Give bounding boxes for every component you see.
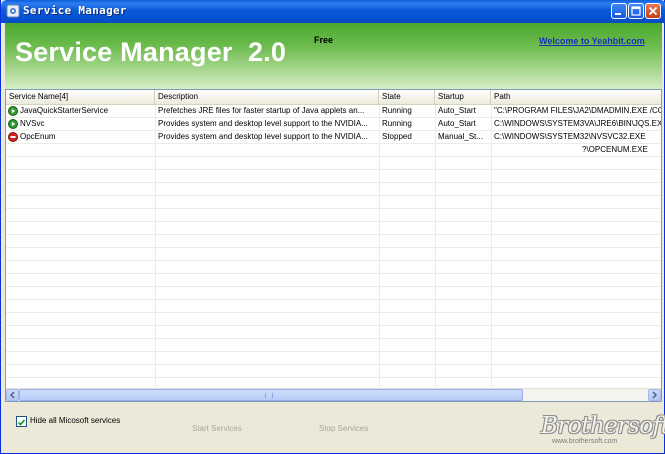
close-button[interactable] bbox=[645, 3, 661, 19]
service-name: NVSvc bbox=[20, 119, 45, 128]
free-badge: Free bbox=[314, 35, 334, 45]
running-status-icon bbox=[8, 106, 18, 116]
column-header-startup[interactable]: Startup bbox=[435, 90, 491, 105]
table-row[interactable]: NVSvc Provides system and desktop level … bbox=[6, 118, 661, 131]
brothersoft-watermark: Brothersoft bbox=[541, 413, 665, 439]
column-header-path[interactable]: Path bbox=[491, 90, 661, 105]
table-row[interactable]: OpcEnum Provides system and desktop leve… bbox=[6, 131, 661, 144]
running-status-icon bbox=[8, 119, 18, 129]
service-startup: Manual_St... bbox=[438, 132, 483, 141]
horizontal-scrollbar[interactable] bbox=[6, 388, 661, 401]
watermark-url: www.brothersoft.com bbox=[552, 438, 618, 445]
close-icon bbox=[648, 6, 658, 16]
stopped-status-icon bbox=[8, 132, 18, 142]
grip-icon bbox=[265, 393, 273, 398]
service-name: JavaQuickStarterService bbox=[20, 106, 109, 115]
minimize-icon bbox=[615, 13, 621, 15]
column-header-state[interactable]: State bbox=[379, 90, 435, 105]
list-header: Service Name[4] Description State Startu… bbox=[6, 90, 661, 105]
service-path: C:\WINDOWS\SYSTEM32\NVSVC32.EXE bbox=[494, 132, 646, 141]
service-name: OpcEnum bbox=[20, 132, 56, 141]
list-body: JavaQuickStarterService Prefetches JRE f… bbox=[6, 105, 661, 388]
table-row[interactable]: JavaQuickStarterService Prefetches JRE f… bbox=[6, 105, 661, 118]
service-state: Stopped bbox=[382, 132, 412, 141]
service-description: Provides system and desktop level suppor… bbox=[158, 132, 368, 141]
service-startup: Auto_Start bbox=[438, 106, 476, 115]
app-icon bbox=[6, 4, 20, 18]
table-row: ?\OPCENUM.EXE bbox=[6, 144, 661, 157]
service-path: C:\WINDOWS\SYSTEM3VA\JRE6\BIN\JQS.EXE" bbox=[494, 119, 661, 128]
service-description: Prefetches JRE files for faster startup … bbox=[158, 106, 365, 115]
service-startup: Auto_Start bbox=[438, 119, 476, 128]
service-state: Running bbox=[382, 106, 412, 115]
column-header-name[interactable]: Service Name[4] bbox=[6, 90, 155, 105]
service-path: "C:\PROGRAM FILES\JA2\DMADMIN.EXE /COM bbox=[494, 106, 661, 115]
hide-ms-services-label[interactable]: Hide all Micosoft services bbox=[30, 415, 120, 427]
maximize-icon bbox=[631, 6, 641, 16]
window-title: Service Manager bbox=[23, 4, 127, 17]
start-services-button[interactable]: Start Services bbox=[192, 424, 242, 433]
scroll-left-button[interactable] bbox=[6, 389, 19, 401]
product-title: Service Manager 2.0 bbox=[15, 37, 287, 67]
column-header-description[interactable]: Description bbox=[155, 90, 379, 105]
hide-ms-services-checkbox[interactable] bbox=[16, 416, 27, 427]
welcome-link[interactable]: Welcome to Yeahbit.com bbox=[539, 36, 645, 46]
maximize-button[interactable] bbox=[628, 3, 644, 19]
service-state: Running bbox=[382, 119, 412, 128]
overflow-path-text: ?\OPCENUM.EXE bbox=[582, 145, 648, 154]
services-list[interactable]: Service Name[4] Description State Startu… bbox=[5, 89, 662, 402]
service-description: Provides system and desktop level suppor… bbox=[158, 119, 368, 128]
stop-services-button[interactable]: Stop Services bbox=[319, 424, 368, 433]
header-banner: Service Manager 2.0 Free Welcome to Yeah… bbox=[5, 23, 662, 89]
arrow-left-icon bbox=[9, 391, 15, 399]
title-bar[interactable]: Service Manager bbox=[1, 0, 665, 23]
minimize-button[interactable] bbox=[611, 3, 627, 19]
app-window: Service Manager Service Manager 2.0 Free… bbox=[0, 0, 665, 454]
scroll-thumb[interactable] bbox=[19, 389, 523, 401]
scroll-right-button[interactable] bbox=[648, 389, 661, 401]
checkmark-icon bbox=[17, 419, 26, 426]
arrow-right-icon bbox=[652, 391, 658, 399]
